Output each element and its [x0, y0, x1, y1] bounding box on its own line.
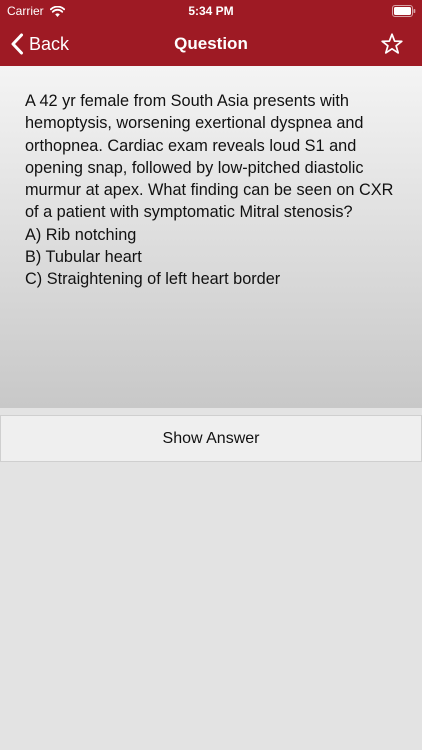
status-bar: Carrier 5:34 PM	[0, 0, 422, 22]
question-text: A 42 yr female from South Asia presents …	[25, 92, 394, 289]
navigation-bar: Back Question	[0, 22, 422, 66]
show-answer-label: Show Answer	[162, 429, 260, 447]
battery-icon	[392, 5, 416, 17]
star-outline-icon[interactable]	[380, 32, 404, 56]
show-answer-button[interactable]: Show Answer	[0, 415, 422, 462]
question-panel: A 42 yr female from South Asia presents …	[0, 66, 422, 408]
page-title: Question	[174, 34, 248, 53]
status-time: 5:34 PM	[188, 4, 234, 18]
